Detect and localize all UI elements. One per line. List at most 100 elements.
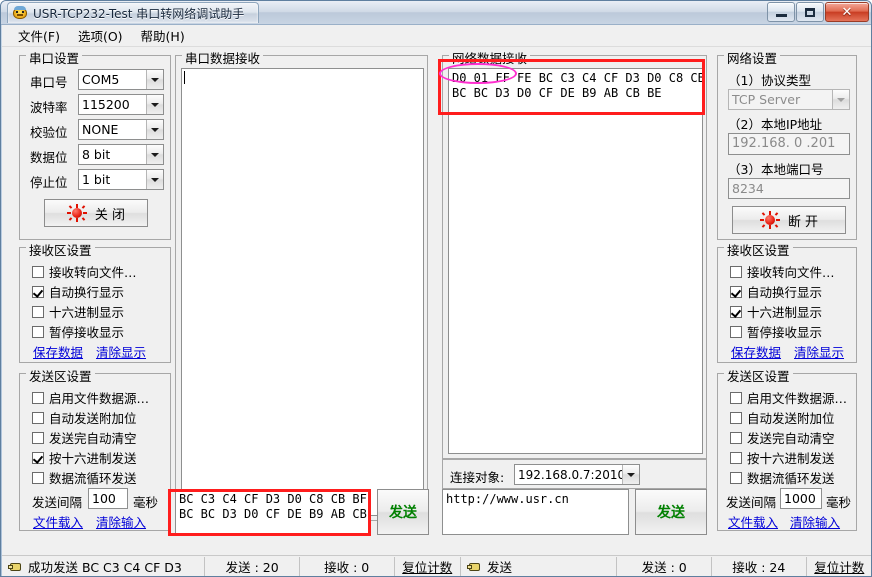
- serial-close-button-label: 关 闭: [94, 207, 126, 223]
- text-caret: [184, 71, 185, 84]
- net-send-clear-input-link[interactable]: 清除输入: [790, 512, 840, 531]
- serial-send-file-load-link[interactable]: 文件载入: [33, 512, 83, 531]
- maximize-button[interactable]: [796, 2, 824, 22]
- net-recv-check-auto-wrap[interactable]: 自动换行显示: [730, 282, 822, 301]
- net-send-check-clear-after[interactable]: 发送完自动清空: [730, 428, 835, 447]
- pointing-hand-icon: [8, 560, 23, 573]
- checkbox-icon: [32, 431, 44, 444]
- serial-send-check-file-source[interactable]: 启用文件数据源…: [32, 388, 149, 407]
- serial-recv-clear-link[interactable]: 清除显示: [96, 342, 146, 361]
- net-send-check-hex-send[interactable]: 按十六进制发送: [730, 448, 835, 467]
- serial-send-check-clear-after[interactable]: 发送完自动清空: [32, 428, 137, 447]
- menu-help[interactable]: 帮助(H): [133, 24, 193, 47]
- net-send-interval-label: 发送间隔: [726, 495, 777, 510]
- chevron-down-icon[interactable]: [146, 120, 163, 139]
- net-local-ip-input[interactable]: 192.168. 0 .201: [728, 133, 850, 155]
- net-send-check-auto-append[interactable]: 自动发送附加位: [730, 408, 835, 427]
- net-ip-label: （2）本地IP地址: [728, 117, 823, 132]
- serial-send-interval-input[interactable]: 100: [88, 488, 128, 509]
- serial-data-recv-group: 串口数据接收: [175, 48, 428, 521]
- serial-settings-group: 串口设置 串口号 COM5 波特率 115200 校验位 NONE 数据位 8 …: [19, 48, 171, 240]
- chevron-down-icon[interactable]: [832, 90, 849, 109]
- status-right-recv: 接收 : 24: [710, 556, 806, 576]
- net-recv-save-link[interactable]: 保存数据: [731, 342, 781, 361]
- net-settings-legend: 网络设置: [724, 48, 781, 67]
- chevron-down-icon[interactable]: [146, 170, 163, 189]
- label-stop-bits: 停止位: [30, 175, 68, 190]
- serial-send-interval-unit: 毫秒: [133, 495, 159, 510]
- checkbox-icon: [730, 265, 742, 278]
- window-title: USR-TCP232-Test 串口转网络调试助手: [33, 6, 245, 21]
- serial-send-button-label: 发送: [389, 505, 417, 521]
- net-send-file-load-link[interactable]: 文件载入: [728, 512, 778, 531]
- serial-send-button[interactable]: 发送: [377, 489, 429, 535]
- red-indicator-icon: [66, 204, 87, 222]
- checkbox-icon: [32, 391, 44, 404]
- chevron-down-icon[interactable]: [146, 70, 163, 89]
- checkbox-icon: [730, 325, 742, 338]
- net-send-settings-group: 发送区设置 启用文件数据源… 自动发送附加位 发送完自动清空 按十六进制发送 数…: [717, 366, 857, 531]
- serial-send-textarea[interactable]: BC C3 C4 CF D3 D0 C8 CB BF C6 BC BC D3 D…: [175, 489, 371, 535]
- checkbox-icon: [32, 265, 44, 278]
- checkbox-icon: [32, 411, 44, 424]
- menu-file[interactable]: 文件(F): [10, 24, 68, 47]
- label: 接收转向文件…: [747, 265, 835, 280]
- net-recv-clear-link[interactable]: 清除显示: [794, 342, 844, 361]
- label: 十六进制显示: [747, 305, 823, 320]
- net-send-textarea[interactable]: http://www.usr.cn: [442, 489, 629, 535]
- menu-option[interactable]: 选项(O): [70, 24, 131, 47]
- baud-rate-combo[interactable]: 115200: [78, 94, 164, 115]
- net-send-check-file-source[interactable]: 启用文件数据源…: [730, 388, 847, 407]
- checkbox-icon: [730, 391, 742, 404]
- label: 自动发送附加位: [49, 411, 137, 426]
- parity-combo[interactable]: NONE: [78, 119, 164, 140]
- stop-bits-combo[interactable]: 1 bit: [78, 169, 164, 190]
- serial-send-settings-group: 发送区设置 启用文件数据源… 自动发送附加位 发送完自动清空 按十六进制发送 数…: [19, 366, 171, 531]
- serial-send-check-loop-send[interactable]: 数据流循环发送: [32, 468, 137, 487]
- net-send-interval-input[interactable]: 1000: [780, 488, 822, 509]
- net-data-recv-textarea[interactable]: D0 01 FF FE BC C3 C4 CF D3 D0 C8 CB BF C…: [448, 68, 703, 454]
- net-recv-check-pause[interactable]: 暂停接收显示: [730, 322, 822, 341]
- serial-recv-check-auto-wrap[interactable]: 自动换行显示: [32, 282, 124, 301]
- label: 发送完自动清空: [747, 431, 835, 446]
- serial-recv-check-hex-display[interactable]: 十六进制显示: [32, 302, 124, 321]
- checkbox-icon: [730, 471, 742, 484]
- serial-recv-check-to-file[interactable]: 接收转向文件…: [32, 262, 137, 281]
- net-recv-settings-legend: 接收区设置: [724, 240, 793, 259]
- net-disconnect-button[interactable]: 断 开: [732, 206, 846, 234]
- title-bar: USR-TCP232-Test 串口转网络调试助手 ✕: [1, 1, 871, 25]
- chevron-down-icon[interactable]: [146, 95, 163, 114]
- net-send-button[interactable]: 发送: [635, 489, 707, 535]
- minimize-button[interactable]: [767, 2, 795, 22]
- label: 启用文件数据源…: [49, 391, 150, 406]
- status-left-text: 成功发送 BC C3 C4 CF D3: [28, 559, 182, 575]
- checkbox-icon: [730, 411, 742, 424]
- serial-send-check-hex-send[interactable]: 按十六进制发送: [32, 448, 137, 467]
- close-button[interactable]: ✕: [825, 2, 869, 22]
- serial-close-button[interactable]: 关 闭: [44, 199, 148, 227]
- serial-recv-save-link[interactable]: 保存数据: [33, 342, 83, 361]
- net-conn-target-combo[interactable]: 192.168.0.7:20108: [514, 464, 640, 485]
- data-bits-combo[interactable]: 8 bit: [78, 144, 164, 165]
- serial-send-clear-input-link[interactable]: 清除输入: [96, 512, 146, 531]
- red-indicator-icon: [759, 211, 780, 229]
- serial-send-check-auto-append[interactable]: 自动发送附加位: [32, 408, 137, 427]
- net-send-check-loop-send[interactable]: 数据流循环发送: [730, 468, 835, 487]
- title-plate: USR-TCP232-Test 串口转网络调试助手: [7, 2, 260, 23]
- net-recv-check-to-file[interactable]: 接收转向文件…: [730, 262, 835, 281]
- serial-recv-check-pause[interactable]: 暂停接收显示: [32, 322, 124, 341]
- checkbox-icon: [730, 285, 742, 298]
- com-port-combo[interactable]: COM5: [78, 69, 164, 90]
- status-left-reset-counter[interactable]: 复位计数: [393, 556, 460, 576]
- label-baud-rate: 波特率: [30, 100, 68, 115]
- net-local-port-input[interactable]: 8234: [728, 178, 850, 199]
- net-protocol-combo[interactable]: TCP Server: [728, 89, 850, 110]
- serial-data-recv-textarea[interactable]: [181, 68, 424, 516]
- status-right-sent: 发送 : 0: [616, 556, 711, 576]
- net-recv-check-hex-display[interactable]: 十六进制显示: [730, 302, 822, 321]
- status-right-message: 发送: [459, 556, 616, 576]
- chevron-down-icon[interactable]: [622, 465, 639, 484]
- label: 十六进制显示: [49, 305, 125, 320]
- chevron-down-icon[interactable]: [146, 145, 163, 164]
- status-right-reset-counter[interactable]: 复位计数: [805, 556, 871, 576]
